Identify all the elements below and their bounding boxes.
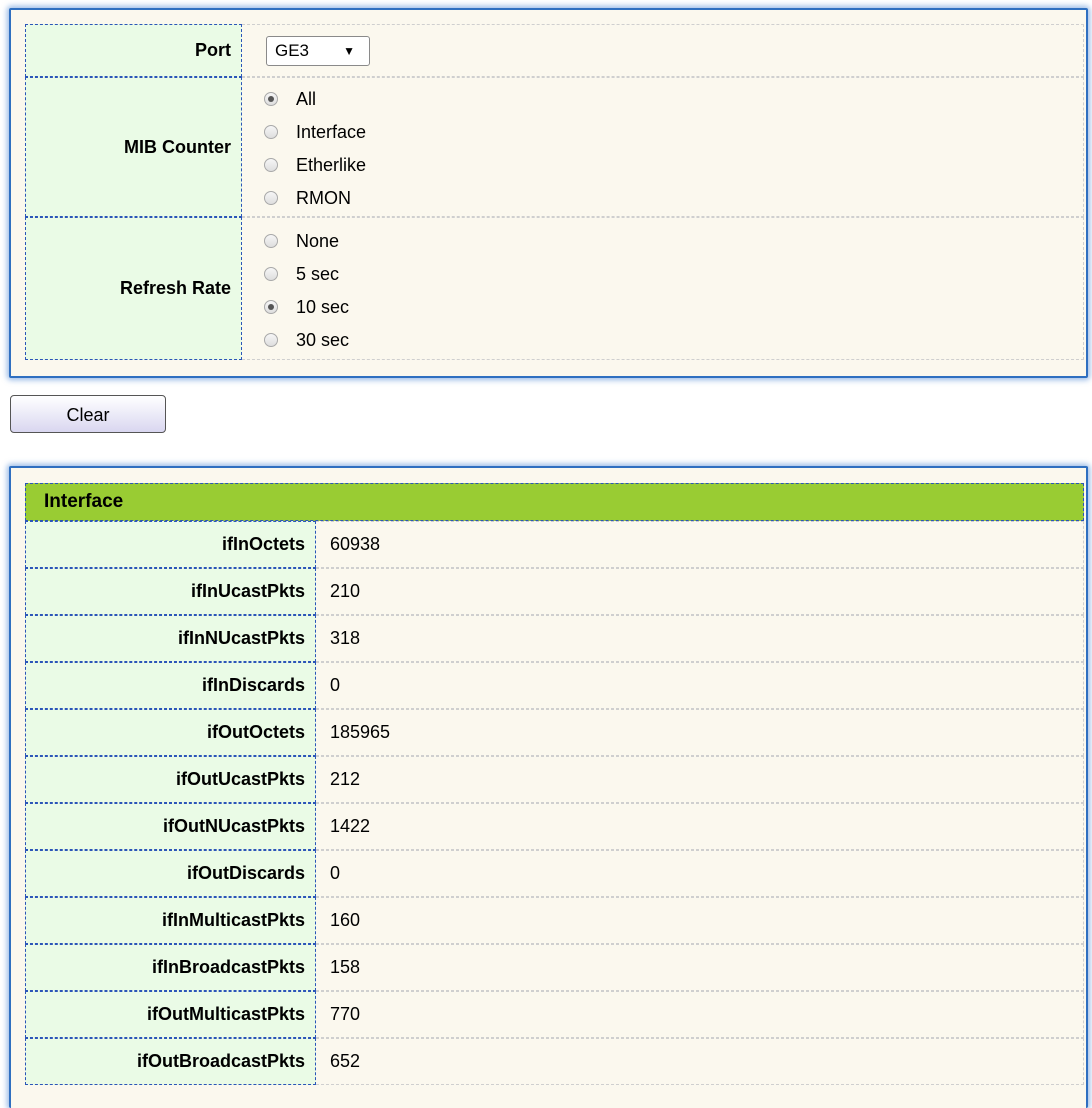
counter-name: ifInNUcastPkts (25, 615, 316, 662)
counter-row: ifInBroadcastPkts 158 (25, 944, 1084, 991)
counter-value: 60938 (316, 521, 1084, 568)
refresh-option-30-sec[interactable]: 30 sec (264, 328, 349, 352)
counter-name: ifOutNUcastPkts (25, 803, 316, 850)
radio-unselected-icon[interactable] (264, 234, 278, 248)
port-label: Port (25, 24, 242, 77)
refresh-option-10-sec[interactable]: 10 sec (264, 295, 349, 319)
counter-row: ifInOctets 60938 (25, 521, 1084, 568)
radio-selected-icon[interactable] (264, 92, 278, 106)
radio-unselected-icon[interactable] (264, 125, 278, 139)
counter-value: 770 (316, 991, 1084, 1038)
clear-button[interactable]: Clear (10, 395, 166, 433)
counter-row: ifInDiscards 0 (25, 662, 1084, 709)
counter-value: 0 (316, 662, 1084, 709)
refresh-option-none[interactable]: None (264, 229, 339, 253)
counter-value: 0 (316, 850, 1084, 897)
counter-name: ifInOctets (25, 521, 316, 568)
counter-name: ifOutDiscards (25, 850, 316, 897)
counter-value: 212 (316, 756, 1084, 803)
counter-name: ifOutUcastPkts (25, 756, 316, 803)
counter-name: ifOutOctets (25, 709, 316, 756)
counter-name: ifInUcastPkts (25, 568, 316, 615)
port-select[interactable]: GE3 ▼ (266, 36, 370, 66)
counter-row: ifOutNUcastPkts 1422 (25, 803, 1084, 850)
counter-row: ifInNUcastPkts 318 (25, 615, 1084, 662)
refresh-rate-row: Refresh Rate None 5 sec 10 sec 30 sec (25, 217, 1084, 360)
counter-row: ifInMulticastPkts 160 (25, 897, 1084, 944)
counter-name: ifOutMulticastPkts (25, 991, 316, 1038)
mib-counter-option-etherlike[interactable]: Etherlike (264, 153, 366, 177)
counter-row: ifOutUcastPkts 212 (25, 756, 1084, 803)
refresh-rate-label: Refresh Rate (25, 217, 242, 360)
radio-unselected-icon[interactable] (264, 333, 278, 347)
radio-selected-icon[interactable] (264, 300, 278, 314)
radio-unselected-icon[interactable] (264, 267, 278, 281)
counter-row: ifOutDiscards 0 (25, 850, 1084, 897)
radio-unselected-icon[interactable] (264, 191, 278, 205)
counter-name: ifInDiscards (25, 662, 316, 709)
port-select-value: GE3 (275, 41, 310, 60)
counter-value: 160 (316, 897, 1084, 944)
counter-value: 210 (316, 568, 1084, 615)
counter-value: 1422 (316, 803, 1084, 850)
settings-panel: Port GE3 ▼ MIB Counter All Interface Eth… (9, 8, 1088, 378)
dropdown-arrow-icon: ▼ (343, 44, 355, 58)
counter-name: ifInBroadcastPkts (25, 944, 316, 991)
mib-counter-option-interface[interactable]: Interface (264, 120, 366, 144)
port-row: Port GE3 ▼ (25, 24, 1084, 77)
counter-name: ifInMulticastPkts (25, 897, 316, 944)
counter-row: ifOutMulticastPkts 770 (25, 991, 1084, 1038)
counter-name: ifOutBroadcastPkts (25, 1038, 316, 1085)
refresh-option-5-sec[interactable]: 5 sec (264, 262, 339, 286)
mib-counter-option-rmon[interactable]: RMON (264, 186, 351, 210)
mib-counter-option-all[interactable]: All (264, 87, 316, 111)
counter-row: ifOutOctets 185965 (25, 709, 1084, 756)
counter-row: ifOutBroadcastPkts 652 (25, 1038, 1084, 1085)
counter-value: 185965 (316, 709, 1084, 756)
interface-counters-panel: Interface ifInOctets 60938 ifInUcastPkts 21… (9, 466, 1088, 1108)
counter-value: 652 (316, 1038, 1084, 1085)
counter-value: 158 (316, 944, 1084, 991)
counter-row: ifInUcastPkts 210 (25, 568, 1084, 615)
mib-counter-row: MIB Counter All Interface Etherlike RMON (25, 77, 1084, 217)
interface-section-header: Interface (25, 483, 1084, 521)
radio-unselected-icon[interactable] (264, 158, 278, 172)
mib-counter-label: MIB Counter (25, 77, 242, 217)
counter-value: 318 (316, 615, 1084, 662)
